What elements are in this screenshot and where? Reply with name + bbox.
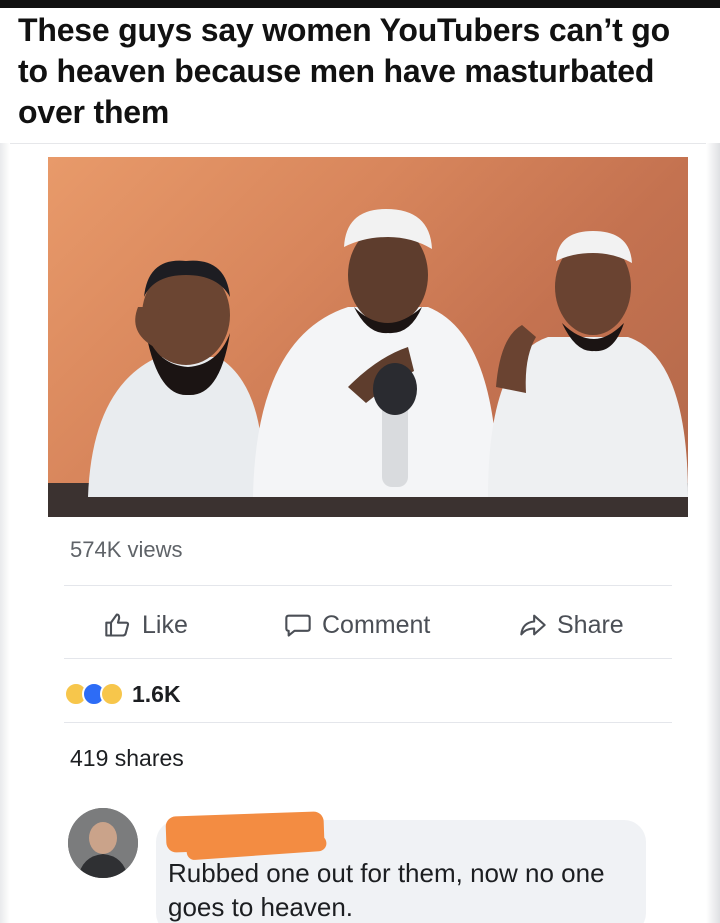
avatar-image	[68, 808, 138, 878]
meme-caption: These guys say women YouTubers can’t go …	[18, 12, 670, 130]
like-button[interactable]: Like	[104, 598, 188, 652]
card-shadow-left	[0, 143, 10, 923]
top-border	[0, 0, 720, 8]
sad-icon	[100, 682, 124, 706]
share-arrow-icon	[520, 614, 546, 636]
divider	[64, 722, 672, 723]
divider	[64, 585, 672, 586]
divider	[64, 658, 672, 659]
redacted-name	[165, 811, 325, 853]
share-count[interactable]: 419 shares	[70, 745, 184, 772]
reaction-count: 1.6K	[132, 680, 181, 707]
like-label: Like	[142, 610, 188, 639]
card-shadow-right	[706, 143, 720, 923]
action-bar: Like Comment Share	[64, 598, 672, 652]
reaction-icons	[64, 682, 124, 706]
thumbs-up-icon	[105, 613, 130, 637]
comment-button[interactable]: Comment	[284, 598, 430, 652]
comment-text: Rubbed one out for them, now no one goes…	[168, 858, 605, 922]
speech-bubble-icon	[285, 614, 311, 637]
comment: Rubbed one out for them, now no one goes…	[64, 808, 664, 923]
avatar[interactable]	[68, 808, 138, 878]
video-scene-illustration	[48, 209, 688, 517]
video-thumbnail[interactable]	[48, 157, 688, 517]
share-button[interactable]: Share	[519, 598, 624, 652]
view-count: 574K views	[70, 537, 183, 562]
share-label: Share	[557, 610, 624, 639]
reactions-summary[interactable]: 1.6K	[64, 676, 181, 712]
comment-label: Comment	[322, 610, 431, 639]
